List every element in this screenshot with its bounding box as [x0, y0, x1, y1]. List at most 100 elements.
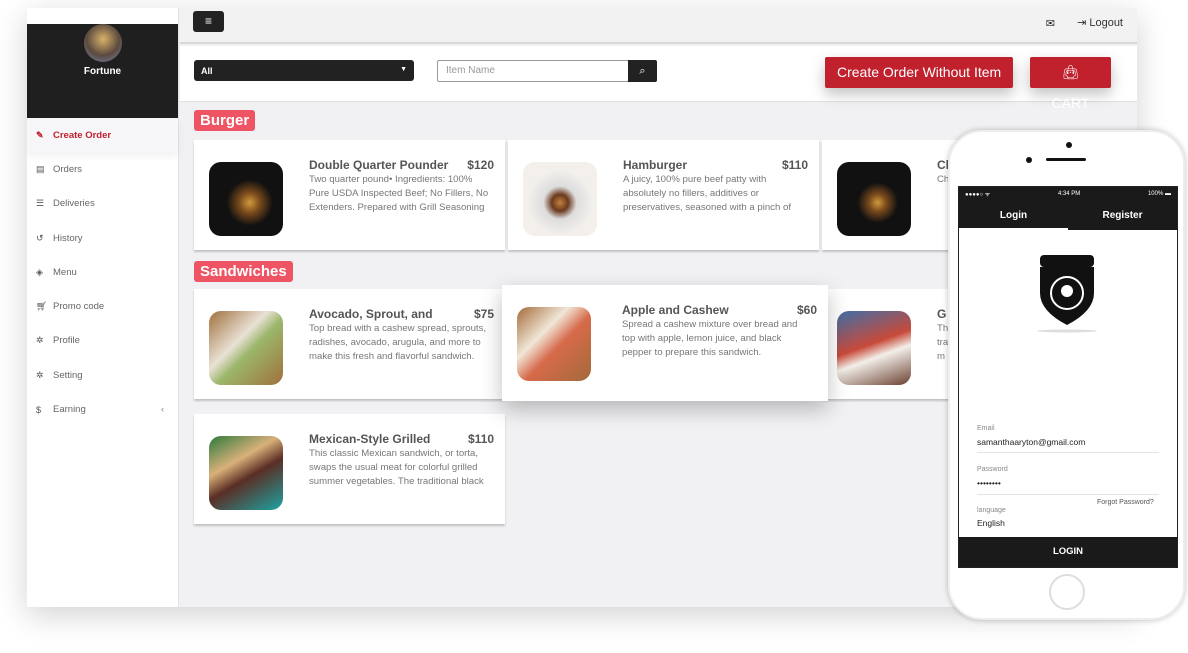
- create-order-without-item-button[interactable]: Create Order Without Item: [825, 57, 1014, 88]
- item-price: $120: [467, 158, 494, 172]
- item-price: $110: [781, 158, 808, 172]
- sidebar-item-setting[interactable]: ✲ Setting: [27, 358, 178, 392]
- sidebar-item-deliveries[interactable]: ☰ Deliveries: [27, 187, 178, 221]
- sidebar-item-promo-code[interactable]: 🛒︎ Promo code: [27, 289, 178, 323]
- menu-item-card[interactable]: Double Quarter Pounder $120 Two quarter …: [194, 140, 505, 250]
- divider: [977, 494, 1159, 495]
- sidebar-item-profile[interactable]: ✲ Profile: [27, 324, 178, 358]
- item-image: [209, 436, 283, 510]
- logout-label: Logout: [1089, 17, 1123, 29]
- logout-button[interactable]: ⇥ Logout: [1077, 16, 1123, 29]
- sidebar-header: Fortune: [27, 24, 178, 118]
- login-button[interactable]: LOGIN: [959, 537, 1177, 567]
- item-title: Hamburger: [623, 158, 688, 172]
- item-description: Top bread with a cashew spread, sprouts,…: [309, 323, 487, 362]
- menu-item-card[interactable]: Hamburger $110 A juicy, 100% pure beef p…: [508, 140, 819, 250]
- item-title: Double Quarter Pounder: [309, 158, 449, 172]
- card-icon: ▤: [36, 163, 45, 174]
- password-label: Password: [977, 466, 1008, 473]
- sidebar-item-label: Earning: [53, 404, 86, 416]
- item-description: Spread a cashew mixture over bread and t…: [622, 319, 798, 358]
- item-price: $75: [473, 307, 494, 321]
- sidebar-item-label: Profile: [53, 335, 80, 347]
- gear-icon: ✲: [36, 335, 44, 346]
- forgot-password-link[interactable]: Forgot Password?: [1097, 499, 1154, 506]
- sidebar-item-label: Deliveries: [53, 198, 95, 210]
- search-icon: ⌕: [639, 65, 646, 77]
- status-bar: ●●●●○ ᯤ 4:34 PM 100% ▬: [959, 187, 1177, 201]
- item-title: Mexican-Style Grilled: [309, 432, 431, 446]
- item-description: A juicy, 100% pure beef patty with absol…: [623, 174, 791, 213]
- logout-icon: ⇥: [1077, 17, 1090, 29]
- sidebar-item-menu[interactable]: ◈ Menu: [27, 255, 178, 289]
- phone-mockup: ●●●●○ ᯤ 4:34 PM 100% ▬ Login Register Email…: [948, 130, 1185, 620]
- restaurant-name: Fortune: [83, 66, 122, 77]
- search-input[interactable]: Item Name: [437, 60, 629, 82]
- mail-icon[interactable]: ✉: [1046, 17, 1055, 30]
- home-button[interactable]: [1049, 574, 1085, 610]
- divider: [977, 452, 1159, 453]
- item-description: This classic Mexican sandwich, or torta,…: [309, 448, 484, 487]
- history-icon: ↺: [36, 232, 44, 243]
- item-title: Avocado, Sprout, and: [309, 307, 433, 321]
- sidebar-item-label: Promo code: [53, 301, 105, 313]
- store-location-logo-icon: [1037, 255, 1097, 333]
- item-image: [517, 307, 591, 381]
- item-price: $110: [467, 432, 494, 446]
- phone-camera: [1066, 142, 1072, 148]
- list-icon: ☰: [36, 198, 45, 209]
- sidebar-item-label: Setting: [53, 369, 83, 381]
- phone-screen: ●●●●○ ᯤ 4:34 PM 100% ▬ Login Register Email…: [958, 186, 1178, 568]
- item-image: [837, 311, 911, 385]
- cube-icon: ◈: [36, 266, 43, 277]
- language-label: language: [977, 507, 1006, 514]
- menu-item-card[interactable]: Mexican-Style Grilled $110 This classic …: [194, 414, 505, 524]
- item-title: G: [937, 307, 947, 321]
- cart-label: CART: [1051, 95, 1090, 111]
- cart-button[interactable]: 👜︎ CART: [1030, 57, 1111, 111]
- category-select[interactable]: All ▼: [194, 60, 414, 81]
- tab-register[interactable]: Register: [1068, 201, 1177, 230]
- menu-item-card[interactable]: Avocado, Sprout, and $75 Top bread with …: [194, 289, 505, 399]
- sidebar: Fortune ✎ Create Order ▤ Orders ☰ Deliverie…: [27, 8, 179, 607]
- sidebar-item-label: Create Order: [53, 129, 112, 141]
- sidebar-item-earning[interactable]: $ Earning ‹: [27, 392, 178, 426]
- email-label: Email: [977, 425, 995, 432]
- search-button[interactable]: ⌕: [628, 60, 657, 82]
- sidebar-item-label: Orders: [53, 163, 83, 175]
- menu-toggle-button[interactable]: ≡: [193, 11, 224, 32]
- top-bar: ≡ ✉ ⇥ Logout: [180, 8, 1137, 44]
- sidebar-item-orders[interactable]: ▤ Orders: [27, 152, 178, 186]
- edit-icon: ✎: [36, 129, 44, 140]
- category-heading-burger: Burger: [194, 110, 256, 131]
- password-field[interactable]: ••••••••: [977, 478, 1001, 488]
- sidebar-item-label: History: [53, 232, 83, 244]
- item-image: [209, 311, 283, 385]
- email-field[interactable]: samanthaaryton@gmail.com: [977, 437, 1085, 447]
- item-title: Apple and Cashew: [622, 303, 729, 317]
- item-image: [837, 162, 911, 236]
- tab-login[interactable]: Login: [959, 201, 1068, 230]
- category-select-value: All: [201, 66, 213, 76]
- item-description: Two quarter pound• Ingredients: 100% Pur…: [309, 174, 489, 213]
- category-heading-sandwiches: Sandwiches: [194, 261, 293, 282]
- chevron-left-icon: ‹: [160, 404, 164, 416]
- sidebar-item-history[interactable]: ↺ History: [27, 221, 178, 255]
- status-time: 4:34 PM: [1057, 191, 1081, 197]
- cart-icon: 🛒︎: [36, 301, 48, 312]
- battery-icon: ▬: [1165, 191, 1171, 197]
- dollar-icon: $: [36, 404, 42, 415]
- menu-item-card-highlighted[interactable]: Apple and Cashew $60 Spread a cashew mix…: [502, 285, 828, 401]
- gear-icon: ✲: [36, 369, 44, 380]
- shopping-bag-icon: 👜︎: [1061, 64, 1080, 80]
- battery-level: 100%: [1147, 191, 1164, 197]
- avatar: [83, 24, 122, 62]
- item-image: [209, 162, 283, 236]
- sidebar-item-label: Menu: [53, 266, 77, 278]
- item-price: $60: [796, 303, 817, 317]
- sidebar-item-create-order[interactable]: ✎ Create Order: [27, 118, 178, 153]
- item-image: [523, 162, 597, 236]
- filter-bar: All ▼ Item Name ⌕ Create Order Without It…: [180, 46, 1137, 111]
- caret-down-icon: ▼: [400, 66, 407, 73]
- language-select[interactable]: English: [977, 518, 1005, 528]
